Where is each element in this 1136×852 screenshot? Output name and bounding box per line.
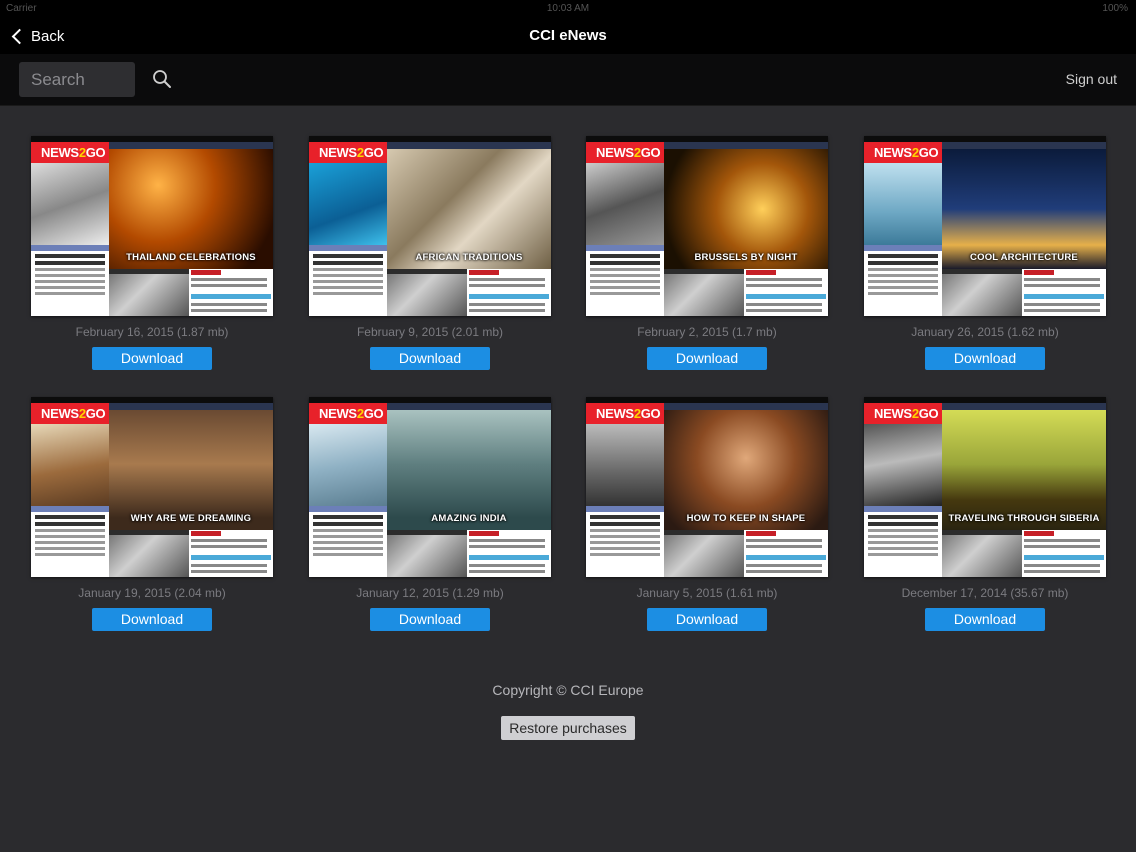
cover-issue-tag <box>109 403 273 410</box>
cover-main-image <box>109 149 273 269</box>
news2go-logo: NEWS2GO <box>31 142 109 163</box>
cover-side-image <box>309 163 387 245</box>
search-toolbar: Sign out <box>0 54 1136 106</box>
page-title: CCI eNews <box>529 27 607 44</box>
download-button[interactable]: Download <box>647 608 767 631</box>
cover-bottom-panel <box>942 269 1106 316</box>
news2go-logo: NEWS2GO <box>31 403 109 424</box>
issue-date: January 12, 2015 (1.29 mb) <box>356 586 504 600</box>
cover-bottom-panel <box>387 269 551 316</box>
news2go-logo: NEWS2GO <box>309 403 387 424</box>
issue-date: January 19, 2015 (2.04 mb) <box>78 586 226 600</box>
download-button[interactable]: Download <box>925 608 1045 631</box>
restore-purchases-button[interactable]: Restore purchases <box>501 716 635 740</box>
issue-date: January 26, 2015 (1.62 mb) <box>911 325 1059 339</box>
cover-text-block <box>309 512 387 577</box>
issue-date: February 9, 2015 (2.01 mb) <box>356 325 504 339</box>
sign-out-button[interactable]: Sign out <box>1066 71 1117 87</box>
cover-text-block <box>31 251 109 316</box>
issue-cover[interactable]: NEWS2GO COOL ARCHITECTURE <box>864 136 1106 316</box>
cover-main-image <box>387 410 551 530</box>
issue-date: December 17, 2014 (35.67 mb) <box>901 586 1069 600</box>
search-icon[interactable] <box>152 69 172 89</box>
news2go-logo: NEWS2GO <box>864 403 942 424</box>
cover-bottom-panel <box>942 530 1106 577</box>
cover-issue-tag <box>942 403 1106 410</box>
cover-side-image <box>31 424 109 506</box>
issue-cover[interactable]: NEWS2GO BRUSSELS BY NIGHT <box>586 136 828 316</box>
issue-cover[interactable]: NEWS2GO AFRICAN TRADITIONS <box>309 136 551 316</box>
issue-date: January 5, 2015 (1.61 mb) <box>636 586 778 600</box>
cover-main-image <box>664 410 828 530</box>
navigation-bar: Back CCI eNews <box>0 18 1136 54</box>
cover-side-image <box>586 424 664 506</box>
cover-main-image <box>664 149 828 269</box>
news2go-logo: NEWS2GO <box>864 142 942 163</box>
cover-issue-tag <box>942 142 1106 149</box>
issue-date: February 16, 2015 (1.87 mb) <box>75 325 229 339</box>
cover-text-block <box>31 512 109 577</box>
cover-text-block <box>586 512 664 577</box>
issue-date: February 2, 2015 (1.7 mb) <box>637 325 777 339</box>
download-button[interactable]: Download <box>925 347 1045 370</box>
cover-side-image <box>864 163 942 245</box>
issue-cover[interactable]: NEWS2GO THAILAND CELEBRATIONS <box>31 136 273 316</box>
cover-bottom-panel <box>664 530 828 577</box>
cover-headline: BRUSSELS BY NIGHT <box>694 252 798 263</box>
cover-issue-tag <box>387 142 551 149</box>
cover-side-image <box>586 163 664 245</box>
cover-bottom-panel <box>664 269 828 316</box>
cover-bottom-panel <box>387 530 551 577</box>
news2go-logo: NEWS2GO <box>586 403 664 424</box>
download-button[interactable]: Download <box>647 347 767 370</box>
download-button[interactable]: Download <box>92 608 212 631</box>
download-button[interactable]: Download <box>370 608 490 631</box>
issue-cover[interactable]: NEWS2GO WHY ARE WE DREAMING <box>31 397 273 577</box>
cover-headline: AFRICAN TRADITIONS <box>415 252 523 263</box>
cover-issue-tag <box>109 142 273 149</box>
cover-issue-tag <box>664 142 828 149</box>
cover-bottom-panel <box>109 530 273 577</box>
cover-main-image <box>387 149 551 269</box>
cover-headline: COOL ARCHITECTURE <box>970 252 1078 263</box>
cover-text-block <box>864 512 942 577</box>
status-bar: Carrier 10:03 AM 100% <box>0 0 1136 18</box>
cover-text-block <box>864 251 942 316</box>
news2go-logo: NEWS2GO <box>309 142 387 163</box>
cover-main-image <box>109 410 273 530</box>
status-clock: 10:03 AM <box>546 3 590 14</box>
cover-issue-tag <box>387 403 551 410</box>
cover-main-image <box>942 149 1106 269</box>
cover-side-image <box>309 424 387 506</box>
cover-headline: THAILAND CELEBRATIONS <box>126 252 256 263</box>
cover-bottom-panel <box>109 269 273 316</box>
copyright-text: Copyright © CCI Europe <box>492 682 644 698</box>
issue-cover[interactable]: NEWS2GO TRAVELING THROUGH SIBERIA <box>864 397 1106 577</box>
issue-cover[interactable]: NEWS2GO HOW TO KEEP IN SHAPE <box>586 397 828 577</box>
cover-issue-tag <box>664 403 828 410</box>
news2go-logo: NEWS2GO <box>586 142 664 163</box>
cover-headline: HOW TO KEEP IN SHAPE <box>686 513 806 524</box>
cover-main-image <box>942 410 1106 530</box>
cover-headline: TRAVELING THROUGH SIBERIA <box>948 513 1100 524</box>
cover-side-image <box>31 163 109 245</box>
battery-label: 100% <box>1102 3 1128 14</box>
issue-cover[interactable]: NEWS2GO AMAZING INDIA <box>309 397 551 577</box>
cover-text-block <box>309 251 387 316</box>
download-button[interactable]: Download <box>370 347 490 370</box>
cover-text-block <box>586 251 664 316</box>
search-input[interactable] <box>19 62 135 97</box>
cover-headline: WHY ARE WE DREAMING <box>130 513 252 524</box>
cover-headline: AMAZING INDIA <box>431 513 507 524</box>
download-button[interactable]: Download <box>92 347 212 370</box>
cover-side-image <box>864 424 942 506</box>
